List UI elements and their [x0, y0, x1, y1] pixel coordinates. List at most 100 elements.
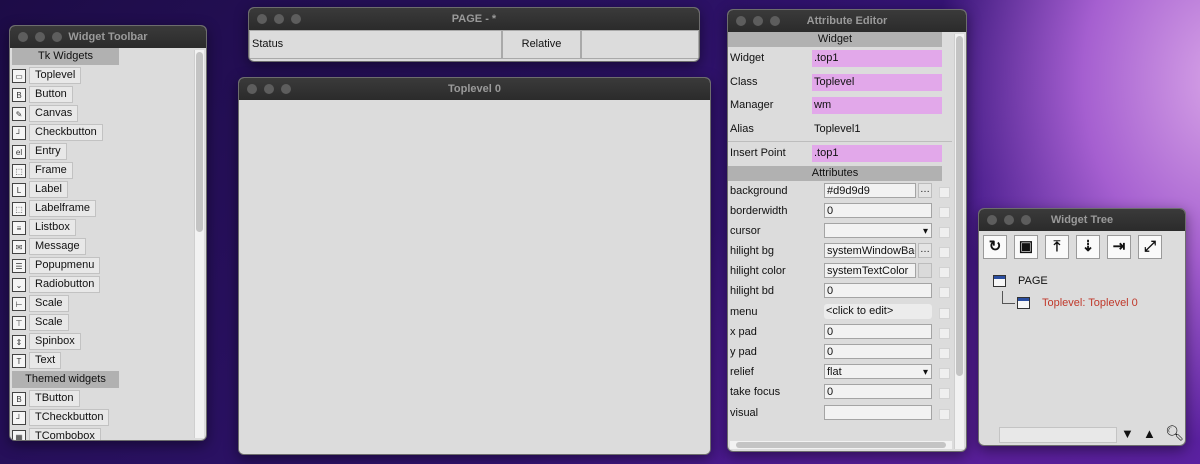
tree-node-toplevel[interactable]: Toplevel: Toplevel 0 — [1017, 297, 1138, 309]
search-icon[interactable]: 🔍︎ — [1165, 424, 1184, 442]
toolbar-item-label[interactable]: Button — [29, 86, 73, 103]
ellipsis-button[interactable]: … — [918, 243, 932, 259]
attr-value-field[interactable]: #d9d9d9 — [824, 182, 916, 198]
attr-value-field[interactable]: 0 — [824, 384, 932, 400]
expand-icon[interactable]: ⤢ — [1138, 235, 1162, 259]
toolbar-item-label[interactable]: TCombobox — [29, 428, 101, 440]
toolbar-item-label[interactable]: Radiobutton — [29, 276, 101, 293]
tree-search-input[interactable] — [999, 427, 1117, 443]
attr-value-field[interactable]: <click to edit> — [824, 303, 932, 319]
close-button[interactable] — [247, 84, 257, 94]
refresh-icon[interactable]: ↻ — [983, 235, 1007, 259]
default-checkbox[interactable] — [939, 287, 950, 299]
toolbar-item-popupmenu[interactable]: ☰ Popupmenu — [12, 257, 192, 274]
attribute-editor-hscrollbar[interactable] — [730, 441, 952, 449]
search-down-icon[interactable]: ▼ — [1121, 426, 1134, 441]
export-icon[interactable]: ⇥ — [1107, 235, 1131, 259]
attr-value-field[interactable] — [824, 222, 932, 238]
toolbar-item-canvas[interactable]: ✎ Canvas — [12, 105, 192, 122]
toolbar-item-label[interactable]: Scale — [29, 314, 69, 331]
toolbar-item-label[interactable]: Listbox — [29, 219, 76, 236]
minimize-button[interactable] — [35, 32, 45, 42]
attr-value-field[interactable]: 0 — [824, 323, 932, 339]
toolbar-item-label[interactable]: Labelframe — [29, 200, 97, 217]
default-checkbox[interactable] — [939, 247, 950, 259]
toolbar-item-tbutton[interactable]: B TButton — [12, 390, 192, 407]
minimize-button[interactable] — [274, 14, 284, 24]
close-button[interactable] — [257, 14, 267, 24]
tree-node-page[interactable]: PAGE — [993, 275, 1048, 287]
toolbar-item-label[interactable]: Label — [29, 181, 68, 198]
zoom-button[interactable] — [1021, 215, 1031, 225]
color-swatch[interactable] — [918, 263, 932, 279]
toolbar-item-labelframe[interactable]: ⬚ Labelframe — [12, 200, 192, 217]
attr-value-field[interactable]: flat — [824, 364, 932, 380]
field-value[interactable]: Toplevel — [812, 73, 942, 91]
minimize-button[interactable] — [264, 84, 274, 94]
default-checkbox[interactable] — [939, 348, 950, 359]
toolbar-item-tcheckbutton[interactable]: ┘ TCheckbutton — [12, 409, 192, 426]
field-value[interactable]: wm — [812, 97, 942, 114]
toolbar-item-label[interactable]: TButton — [29, 390, 80, 407]
attr-value-field[interactable] — [824, 404, 932, 420]
minimize-button[interactable] — [753, 16, 763, 26]
default-checkbox[interactable] — [939, 206, 950, 218]
default-checkbox[interactable] — [939, 327, 950, 339]
widget-toolbar-scrollbar[interactable] — [194, 50, 204, 438]
toolbar-item-listbox[interactable]: ≡ Listbox — [12, 219, 192, 236]
toolbar-item-scale[interactable]: ⊤ Scale — [12, 314, 192, 331]
toplevel-titlebar[interactable]: Toplevel 0 — [239, 78, 710, 100]
attr-value-field[interactable]: 0 — [824, 202, 932, 218]
zoom-button[interactable] — [281, 84, 291, 94]
toolbar-item-label[interactable]: Checkbutton — [29, 124, 103, 141]
close-button[interactable] — [18, 32, 28, 42]
toolbar-item-label[interactable]: Message — [29, 238, 86, 255]
zoom-button[interactable] — [770, 16, 780, 26]
widget-tree-titlebar[interactable]: Widget Tree — [979, 209, 1185, 231]
toolbar-item-button[interactable]: B Button — [12, 86, 192, 103]
toplevel-canvas[interactable] — [239, 100, 710, 454]
relative-toggle[interactable]: Relative — [502, 30, 581, 59]
toolbar-item-radiobutton[interactable]: ⌄ Radiobutton — [12, 276, 192, 293]
search-up-icon[interactable]: ▲ — [1143, 426, 1156, 441]
default-checkbox[interactable] — [939, 408, 950, 420]
toolbar-item-checkbutton[interactable]: ┘ Checkbutton — [12, 124, 192, 141]
default-checkbox[interactable] — [939, 226, 950, 238]
default-checkbox[interactable] — [939, 186, 950, 198]
toolbar-item-text[interactable]: T Text — [12, 352, 192, 369]
toolbar-item-frame[interactable]: ⬚ Frame — [12, 162, 192, 179]
toolbar-item-label[interactable]: TCheckbutton — [29, 409, 110, 426]
attribute-editor-titlebar[interactable]: Attribute Editor — [728, 10, 966, 32]
toolbar-item-tcombobox[interactable]: ▦ TCombobox — [12, 428, 192, 440]
attr-value-field[interactable]: systemTextColor — [824, 263, 916, 279]
close-button[interactable] — [987, 215, 997, 225]
close-button[interactable] — [736, 16, 746, 26]
attr-value-field[interactable]: 0 — [824, 283, 932, 299]
toolbar-item-label[interactable]: Toplevel — [29, 67, 82, 84]
zoom-button[interactable] — [52, 32, 62, 42]
save-icon[interactable]: ▣ — [1014, 235, 1038, 259]
toolbar-item-label[interactable]: Scale — [29, 295, 69, 312]
toolbar-item-label[interactable]: Text — [29, 352, 62, 369]
attr-value-field[interactable]: 0 — [824, 344, 932, 359]
field-value[interactable]: .top1 — [812, 50, 942, 67]
toolbar-item-label[interactable]: Canvas — [29, 105, 79, 122]
toolbar-item-toplevel[interactable]: ▭ Toplevel — [12, 67, 192, 84]
toolbar-item-message[interactable]: ✉ Message — [12, 238, 192, 255]
toolbar-item-label[interactable]: Popupmenu — [29, 257, 101, 274]
move-down-icon[interactable]: ⇣ — [1076, 235, 1100, 259]
ellipsis-button[interactable]: … — [918, 182, 932, 198]
toolbar-item-entry[interactable]: el Entry — [12, 143, 192, 160]
attr-value-field[interactable]: systemWindowBac — [824, 243, 916, 259]
move-top-icon[interactable]: ⤒ — [1045, 235, 1069, 259]
toolbar-item-label[interactable]: Entry — [29, 143, 67, 160]
scrollbar-thumb[interactable] — [956, 36, 963, 376]
default-checkbox[interactable] — [939, 388, 950, 400]
field-value[interactable]: .top1 — [812, 145, 942, 162]
default-checkbox[interactable] — [939, 307, 950, 319]
default-checkbox[interactable] — [939, 368, 950, 380]
minimize-button[interactable] — [1004, 215, 1014, 225]
attribute-editor-scrollbar[interactable] — [954, 34, 964, 449]
zoom-button[interactable] — [291, 14, 301, 24]
default-checkbox[interactable] — [939, 267, 950, 279]
